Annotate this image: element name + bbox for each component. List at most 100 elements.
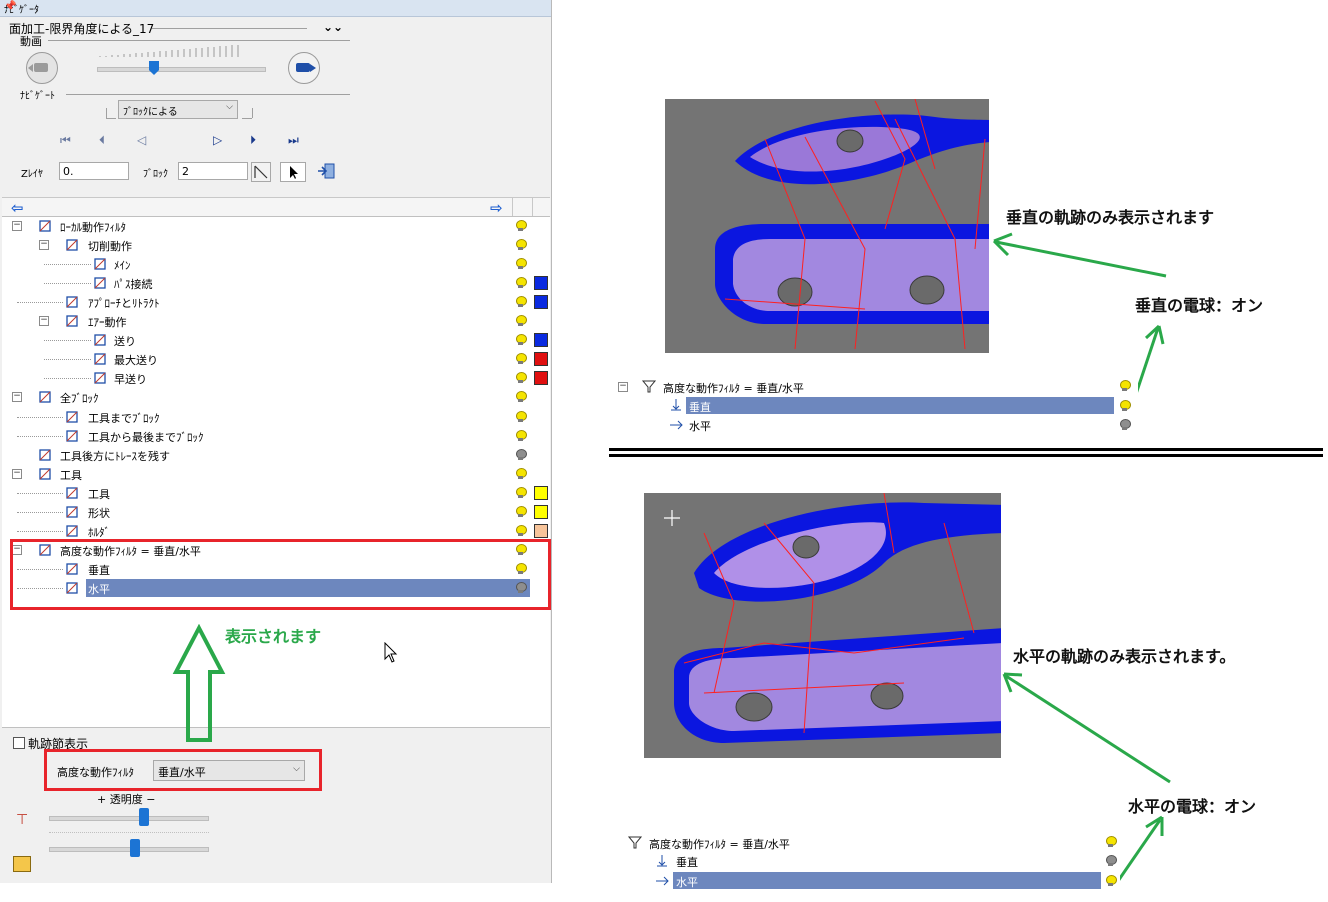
- tree-row[interactable]: − 全ﾌﾞﾛｯｸ: [2, 388, 550, 406]
- mini-tree-horizontal-label[interactable]: 水平: [689, 418, 711, 434]
- color-swatch[interactable]: [534, 523, 548, 538]
- pointer-tool-button[interactable]: [280, 162, 306, 182]
- bulb-on-icon[interactable]: [516, 410, 527, 422]
- tree-row[interactable]: 最大送り: [2, 350, 550, 368]
- vertical-only-annotation: 垂直の軌跡のみ表示されます: [1006, 208, 1215, 227]
- collapse-toggle-icon[interactable]: −: [12, 221, 22, 231]
- bulb-on-icon[interactable]: [516, 524, 527, 536]
- tree-row[interactable]: − ﾛｰｶﾙ動作ﾌｨﾙﾀ: [2, 217, 550, 235]
- speed-ticks: [99, 45, 239, 57]
- tree-row[interactable]: 工具までﾌﾞﾛｯｸ: [2, 408, 550, 426]
- last-block-button[interactable]: ⏭: [288, 133, 299, 148]
- collapse-toggle-icon[interactable]: −: [12, 468, 22, 479]
- bulb-on-icon[interactable]: [516, 258, 527, 270]
- diagonal-tool-button[interactable]: [251, 162, 271, 182]
- bulb-on-icon[interactable]: [1106, 875, 1117, 886]
- bulb-on-icon[interactable]: [1120, 380, 1131, 391]
- bulb-on-icon[interactable]: [516, 486, 527, 498]
- trace-checkbox[interactable]: [13, 737, 25, 749]
- tree-row[interactable]: − 工具: [2, 465, 550, 483]
- collapse-toggle-icon[interactable]: −: [12, 392, 22, 403]
- green-arrow-icon: [1002, 672, 1171, 784]
- first-block-button[interactable]: ⏮: [60, 133, 71, 148]
- mini-tree-vertical-label[interactable]: 垂直: [676, 854, 698, 870]
- bulb-off-icon[interactable]: [1120, 419, 1131, 430]
- zlayer-input[interactable]: 0.: [59, 162, 129, 180]
- next-block-button[interactable]: ⏵: [250, 133, 256, 148]
- navigation-mode-select[interactable]: ﾌﾞﾛｯｸによる ⌵: [118, 100, 238, 119]
- tree-row[interactable]: 工具から最後までﾌﾞﾛｯｸ: [2, 427, 550, 445]
- toolend-icon: [66, 429, 78, 442]
- bulb-on-icon[interactable]: [516, 429, 527, 441]
- tree-row[interactable]: − ｴｱｰ動作: [2, 312, 550, 330]
- tree-row[interactable]: 早送り: [2, 369, 550, 387]
- collapse-toggle-icon[interactable]: −: [39, 240, 49, 251]
- tree-row[interactable]: ｱﾌﾟﾛｰﾁとﾘﾄﾗｸﾄ: [2, 293, 550, 311]
- speed-slider-thumb[interactable]: [149, 61, 159, 75]
- color-swatch[interactable]: [534, 333, 548, 348]
- bulb-on-icon[interactable]: [516, 239, 527, 251]
- bulb-on-icon[interactable]: [516, 220, 527, 231]
- collapse-toggle-icon[interactable]: −: [39, 316, 49, 327]
- crosshair-icon: [664, 510, 680, 526]
- bulb-off-icon[interactable]: [516, 448, 527, 460]
- bulb-on-icon[interactable]: [516, 505, 527, 517]
- export-icon[interactable]: [316, 162, 336, 180]
- bulb-on-icon[interactable]: [516, 315, 527, 327]
- tree-row[interactable]: 工具後方にﾄﾚｰｽを残す: [2, 446, 550, 464]
- forward-arrow-icon[interactable]: ⇨: [490, 199, 503, 217]
- bulb-on-icon[interactable]: [516, 296, 527, 308]
- tree-row[interactable]: 送り: [2, 331, 550, 349]
- tree-item-label: ﾎﾙﾀﾞ: [88, 525, 110, 539]
- tool-transparency-thumb[interactable]: [139, 808, 149, 826]
- approach-icon: [66, 296, 78, 308]
- bulb-on-icon[interactable]: [516, 277, 527, 289]
- previous-block-button[interactable]: ⏴: [99, 133, 105, 148]
- mini-tree-horizontal-label[interactable]: 水平: [676, 874, 698, 890]
- allblock-icon: [39, 391, 51, 404]
- speed-slider-track[interactable]: [97, 67, 266, 72]
- model-transparency-slider[interactable]: [49, 847, 209, 852]
- tree-row[interactable]: ﾎﾙﾀﾞ: [2, 522, 550, 540]
- pin-icon[interactable]: 📌: [4, 1, 546, 12]
- record-video-button[interactable]: [288, 52, 320, 84]
- color-swatch[interactable]: [534, 352, 548, 367]
- back-arrow-icon[interactable]: ⇦: [11, 199, 24, 217]
- tree-row[interactable]: 形状: [2, 503, 550, 521]
- bulb-on-icon[interactable]: [516, 353, 527, 365]
- color-swatch[interactable]: [534, 485, 548, 500]
- tool-icon: [66, 487, 78, 499]
- bulb-on-icon[interactable]: [1106, 836, 1117, 847]
- tree-item-label: ｴｱｰ動作: [88, 316, 127, 330]
- tree-row[interactable]: ﾊﾟｽ接続: [2, 274, 550, 292]
- tree-row[interactable]: ﾒｲﾝ: [2, 255, 550, 273]
- color-swatch[interactable]: [534, 371, 548, 386]
- horizontal-only-annotation: 水平の軌跡のみ表示されます。: [1013, 647, 1236, 666]
- bulb-on-icon[interactable]: [516, 391, 527, 403]
- bulb-off-icon[interactable]: [1106, 855, 1117, 866]
- folder-model-icon: [13, 856, 31, 872]
- tree-item-label: 早送り: [114, 373, 147, 387]
- tool-transparency-slider[interactable]: [49, 816, 209, 821]
- block-label: ﾌﾞﾛｯｸ: [143, 169, 168, 180]
- link-icon: [94, 277, 106, 289]
- bulb-on-icon[interactable]: [516, 334, 527, 346]
- step-forward-button[interactable]: ▷: [213, 133, 222, 147]
- bulb-on-icon[interactable]: [1120, 400, 1131, 411]
- transparency-label: + 透明度 −: [97, 793, 156, 806]
- tree-row[interactable]: − 切削動作: [2, 236, 550, 254]
- shape-icon: [66, 506, 78, 518]
- block-input[interactable]: 2: [178, 162, 248, 180]
- tree-row[interactable]: 工具: [2, 484, 550, 502]
- bulb-on-icon[interactable]: [516, 372, 527, 384]
- color-swatch[interactable]: [534, 295, 548, 310]
- mini-tree-vertical-label[interactable]: 垂直: [689, 399, 711, 415]
- record-video-disabled-button[interactable]: [26, 52, 58, 84]
- color-swatch[interactable]: [534, 276, 548, 291]
- feed-icon: [94, 334, 106, 346]
- bulb-on-icon[interactable]: [516, 467, 527, 479]
- collapse-chevron-icon[interactable]: ⌄⌄: [323, 20, 343, 34]
- color-swatch[interactable]: [534, 504, 548, 519]
- step-back-button[interactable]: ◁: [137, 133, 146, 147]
- model-transparency-thumb[interactable]: [130, 839, 140, 857]
